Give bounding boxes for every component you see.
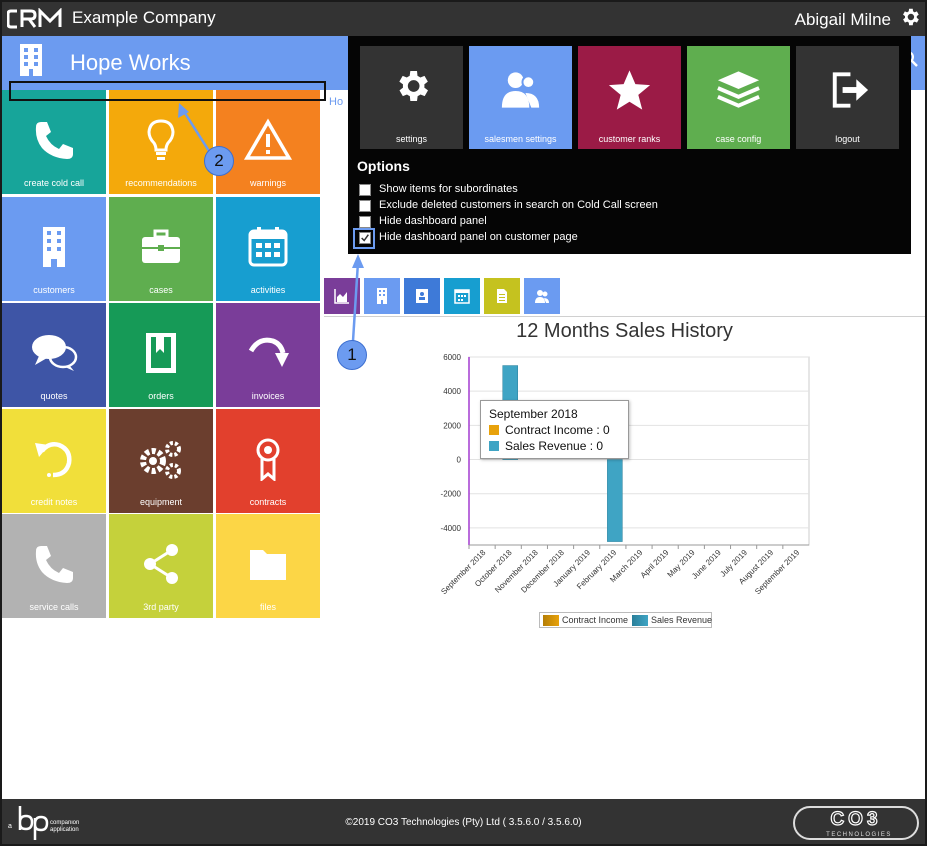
chart-legend: Contract Income Sales Revenue bbox=[539, 612, 712, 628]
chart-tooltip: September 2018 Contract Income : 0 Sales… bbox=[480, 400, 629, 459]
document-icon bbox=[497, 289, 507, 303]
x-tick-label: September 2019 bbox=[753, 548, 802, 597]
tile-cases[interactable]: cases bbox=[109, 197, 213, 301]
y-tick-label: -4000 bbox=[441, 524, 462, 533]
calendar-icon bbox=[248, 227, 288, 267]
tile-orders[interactable]: orders bbox=[109, 303, 213, 407]
top-bar: Example Company Abigail Milne bbox=[2, 2, 925, 36]
logout-icon bbox=[832, 72, 869, 108]
annotation-box bbox=[9, 81, 326, 101]
chart-title: 12 Months Sales History bbox=[516, 320, 733, 342]
checkbox-show-subordinates[interactable] bbox=[359, 184, 371, 196]
tile-credit-notes[interactable]: credit notes bbox=[2, 409, 106, 513]
tile-invoices[interactable]: invoices bbox=[216, 303, 320, 407]
x-tick-label: June 2019 bbox=[690, 548, 723, 581]
tile-equipment[interactable]: equipment bbox=[109, 409, 213, 513]
checkbox-exclude-deleted[interactable] bbox=[359, 200, 371, 212]
award-icon bbox=[256, 438, 280, 481]
layers-icon bbox=[717, 71, 760, 108]
annotation-marker-1: 1 bbox=[337, 340, 367, 370]
gear-icon[interactable] bbox=[899, 6, 921, 28]
tab-contacts[interactable] bbox=[404, 278, 440, 314]
x-tick-label: April 2019 bbox=[639, 548, 671, 580]
y-tick-label: 4000 bbox=[443, 387, 461, 396]
app-window: Example Company Abigail Milne Hope Works… bbox=[0, 0, 927, 846]
phone-icon bbox=[35, 546, 73, 583]
annotation-marker-2: 2 bbox=[204, 146, 234, 176]
page-title: Hope Works bbox=[70, 50, 191, 75]
tile-warnings[interactable]: warnings bbox=[216, 90, 320, 194]
co3-tagline: TECHNOLOGIES bbox=[826, 832, 892, 838]
footer: a companion application ©2019 CO3 Techno… bbox=[2, 799, 925, 844]
copyright-text: ©2019 CO3 Technologies (Pty) Ltd ( 3.5.6… bbox=[345, 817, 582, 828]
tile-create-cold-call[interactable]: create cold call bbox=[2, 90, 106, 194]
tile-customers[interactable]: customers bbox=[2, 197, 106, 301]
svg-text:CO3: CO3 bbox=[830, 809, 881, 830]
contacts-icon bbox=[416, 289, 428, 303]
options-title: Options bbox=[357, 158, 410, 174]
redo-arrow-icon bbox=[248, 337, 289, 367]
undo-arrow-icon bbox=[35, 442, 72, 478]
tab-sales-chart[interactable] bbox=[324, 278, 360, 314]
menu-case-config[interactable]: case config bbox=[687, 46, 790, 149]
legend-swatch-sales-revenue[interactable] bbox=[632, 615, 648, 626]
users-icon bbox=[501, 72, 540, 108]
folder-icon bbox=[250, 550, 286, 580]
crm-logo[interactable] bbox=[7, 8, 63, 30]
tab-activities[interactable] bbox=[444, 278, 480, 314]
briefcase-icon bbox=[142, 229, 180, 263]
y-tick-label: 2000 bbox=[443, 421, 461, 430]
menu-tiles: create cold call recommendations warning… bbox=[2, 90, 320, 618]
company-name: Example Company bbox=[72, 8, 216, 27]
star-icon bbox=[608, 70, 651, 110]
tile-activities[interactable]: activities bbox=[216, 197, 320, 301]
lightbulb-icon bbox=[147, 119, 175, 160]
checkbox-highlight bbox=[353, 228, 375, 249]
tab-customers[interactable] bbox=[364, 278, 400, 314]
menu-customer-ranks[interactable]: customer ranks bbox=[578, 46, 681, 149]
book-icon bbox=[146, 333, 176, 373]
tile-recommendations[interactable]: recommendations bbox=[109, 90, 213, 194]
tile-quotes[interactable]: quotes bbox=[2, 303, 106, 407]
building-icon bbox=[43, 227, 65, 267]
building-icon bbox=[20, 44, 42, 76]
users-icon bbox=[535, 290, 549, 303]
building-icon bbox=[377, 288, 387, 304]
y-tick-label: -2000 bbox=[441, 490, 462, 499]
tab-divider bbox=[324, 316, 925, 317]
co3-technologies-logo: CO3 TECHNOLOGIES bbox=[793, 806, 919, 840]
menu-logout[interactable]: logout bbox=[796, 46, 899, 149]
contract-income-swatch bbox=[489, 425, 499, 435]
speech-bubbles-icon bbox=[32, 335, 78, 371]
gears-icon bbox=[140, 441, 181, 479]
tile-service-calls[interactable]: service calls bbox=[2, 514, 106, 618]
y-tick-label: 6000 bbox=[443, 353, 461, 362]
menu-salesmen-settings[interactable]: salesmen settings bbox=[469, 46, 572, 149]
share-icon bbox=[144, 544, 178, 584]
bar-sales-revenue bbox=[607, 459, 623, 542]
warning-icon bbox=[243, 118, 293, 160]
sales-revenue-swatch bbox=[489, 441, 499, 451]
tile-files[interactable]: files bbox=[216, 514, 320, 618]
tooltip-category: September 2018 bbox=[489, 407, 578, 421]
checkbox-hide-dashboard[interactable] bbox=[359, 216, 371, 228]
tile-contracts[interactable]: contracts bbox=[216, 409, 320, 513]
gear-icon bbox=[399, 71, 428, 101]
tile-3rd-party[interactable]: 3rd party bbox=[109, 514, 213, 618]
user-name[interactable]: Abigail Milne bbox=[795, 10, 891, 30]
menu-settings[interactable]: settings bbox=[360, 46, 463, 149]
y-tick-label: 0 bbox=[457, 456, 462, 465]
legend-contract-income[interactable]: Contract Income bbox=[562, 615, 628, 625]
calendar-icon bbox=[454, 289, 470, 304]
breadcrumb[interactable]: Ho bbox=[329, 96, 343, 108]
phone-icon bbox=[35, 122, 73, 159]
area-chart-icon bbox=[334, 289, 349, 304]
options-menu: settings salesmen settings customer rank… bbox=[348, 36, 911, 254]
legend-sales-revenue[interactable]: Sales Revenue bbox=[651, 615, 712, 625]
sales-history-chart: 6000400020000-2000-4000September 2018Oct… bbox=[439, 353, 810, 597]
legend-swatch-contract-income[interactable] bbox=[543, 615, 559, 626]
x-tick-label: September 2018 bbox=[439, 548, 488, 597]
tab-salesmen[interactable] bbox=[524, 278, 560, 314]
tab-documents[interactable] bbox=[484, 278, 520, 314]
